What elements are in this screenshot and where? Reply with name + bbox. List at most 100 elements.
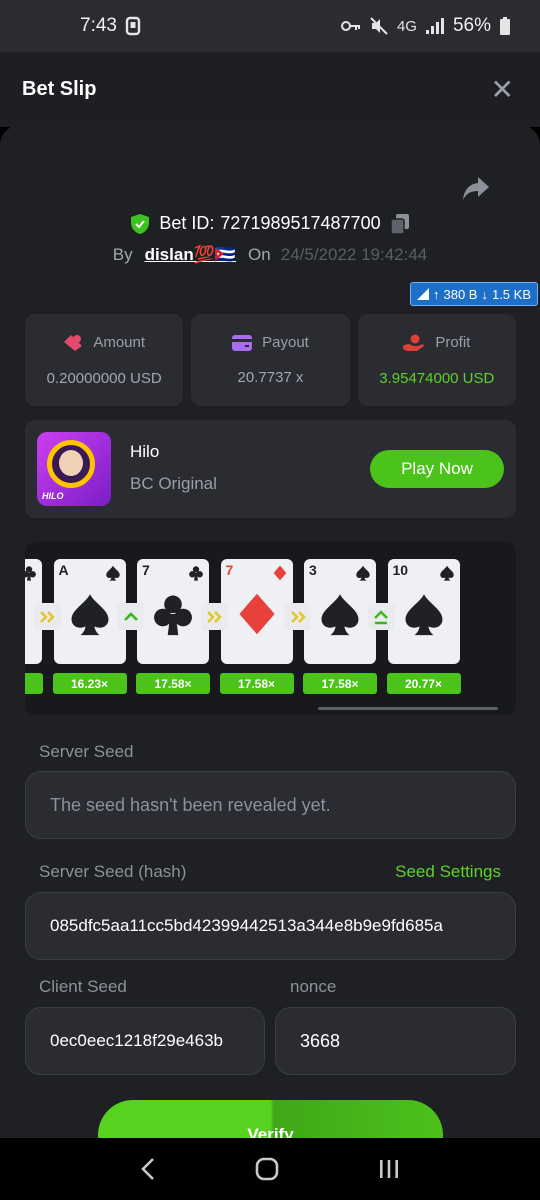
guess-arrow [200,603,228,630]
spade-icon [356,565,370,581]
history-card: 7 [220,559,293,664]
history-card: 3 [304,559,376,664]
history-card: 10 [387,559,460,664]
game-thumbnail[interactable]: HILO [37,432,111,506]
bet-id-value: 7271989517487700 [220,213,381,233]
skip-icon [40,610,55,623]
notification-icon [125,16,141,36]
card-multiplier: 20.77× [386,673,461,694]
card-multiplier: 23× [25,673,43,694]
close-icon[interactable]: ✕ [491,75,514,104]
stat-label: Amount [93,334,146,351]
club-icon [25,591,28,637]
skip-icon [290,610,306,623]
mute-icon [370,17,388,35]
bet-id-label: Bet ID: [159,213,215,233]
card-rank: 3 [309,562,317,578]
server-seed-hash-field[interactable]: 085dfc5aa11cc5bd42399442513a344e8b9e9fd6… [25,892,516,960]
spade-icon [105,565,120,581]
header: Bet Slip ✕ [0,52,540,127]
game-card: HILO Hilo BC Original Play Now [25,420,516,518]
server-seed-hash-label: Server Seed (hash) [39,862,187,881]
stat-label: Payout [262,334,309,351]
back-icon[interactable] [140,1157,156,1181]
stat-value: 20.7737 x [237,369,304,386]
seed-settings-link[interactable]: Seed Settings [395,862,501,882]
server-seed-label: Server Seed [39,742,134,761]
spade-icon [321,594,359,636]
club-icon [25,566,36,581]
status-bar: 7:43 4G 56% [0,0,540,52]
bet-stats: Amount 0.20000000 USD Payout 20.7737 x P… [25,314,516,406]
spade-icon [439,565,454,581]
club-icon [154,595,192,636]
stat-value: 3.95474000 USD [379,369,495,387]
key-icon [340,21,360,31]
bet-author-row: By dislan💯🇨🇺 On 24/5/2022 19:42:44 [0,245,540,265]
game-name: Hilo [130,442,160,461]
card-multiplier: 17.58× [303,673,377,694]
verified-shield-icon [131,213,150,234]
battery-icon [500,17,510,35]
client-seed-field[interactable]: 0ec0eec1218f29e463b [25,1007,265,1075]
nonce-label: nonce [290,977,337,996]
stat-amount: Amount 0.20000000 USD [25,314,184,406]
higher-icon [123,611,138,621]
arrow-up-icon: ↑ [432,286,440,302]
net-up: 380 B [443,286,478,302]
home-icon[interactable] [255,1157,279,1181]
spade-icon [405,594,442,636]
net-speed-badge: ↑ 380 B ↓ 1.5 KB [409,282,538,306]
page-title: Bet Slip [22,78,97,100]
on-label: On [248,245,271,264]
cards-scrollbar[interactable] [318,707,498,710]
card-rank: 10 [392,562,409,578]
status-time: 7:43 [80,15,117,36]
higher-or-same-icon [374,609,388,624]
skip-icon [207,610,222,623]
guess-arrow [117,603,144,630]
username-link[interactable]: dislan💯🇨🇺 [145,245,236,265]
diamond-icon [273,565,286,581]
recents-icon[interactable] [378,1158,400,1180]
club-icon [189,566,203,581]
share-icon[interactable] [462,175,490,201]
card-rank: 7 [142,562,150,578]
bet-id-row: Bet ID: 7271989517487700 [0,213,540,234]
thumb-character [59,450,83,476]
spade-icon [71,594,108,636]
battery-percent: 56% [452,15,491,36]
server-seed-field[interactable]: The seed hasn't been revealed yet. [25,771,516,839]
game-subtitle: BC Original [130,474,217,493]
system-nav-bar [0,1138,540,1200]
arrow-down-icon: ↓ [481,286,488,302]
history-card: A [53,559,126,664]
card-rank: 7 [225,562,234,578]
thumb-tag: HILO [42,491,64,501]
network-type: 4G [396,17,417,35]
guess-arrow [284,603,311,630]
guess-arrow [33,603,61,630]
net-down: 1.5 KB [491,286,531,302]
stat-payout: Payout 20.7737 x [191,314,350,406]
play-now-button[interactable]: Play Now [370,450,504,488]
card-multiplier: 16.23× [52,673,127,694]
card-multiplier: 17.58× [219,673,294,694]
coin-icon [64,334,83,351]
cards-history[interactable]: 23× A 16.23× 7 17.58× 7 17.58× 3 17.58× 10 20.77× [25,542,516,715]
wallet-icon [232,334,253,351]
hand-coin-icon [403,334,425,351]
card-rank: A [58,562,69,578]
nonce-field[interactable]: 3668 [275,1007,516,1075]
guess-arrow [367,603,395,630]
history-card: 7 [137,559,209,664]
by-label: By [112,245,133,264]
bet-datetime: 24/5/2022 19:42:44 [280,245,428,264]
bet-slip-panel: Bet ID: 7271989517487700 By dislan💯🇨🇺 On… [0,125,540,1145]
stat-profit: Profit 3.95474000 USD [357,314,516,406]
signal-icon [425,18,444,34]
client-seed-label: Client Seed [39,977,127,996]
signal-triangle-icon [416,288,429,300]
copy-icon[interactable] [390,213,409,234]
diamond-icon [238,593,275,635]
